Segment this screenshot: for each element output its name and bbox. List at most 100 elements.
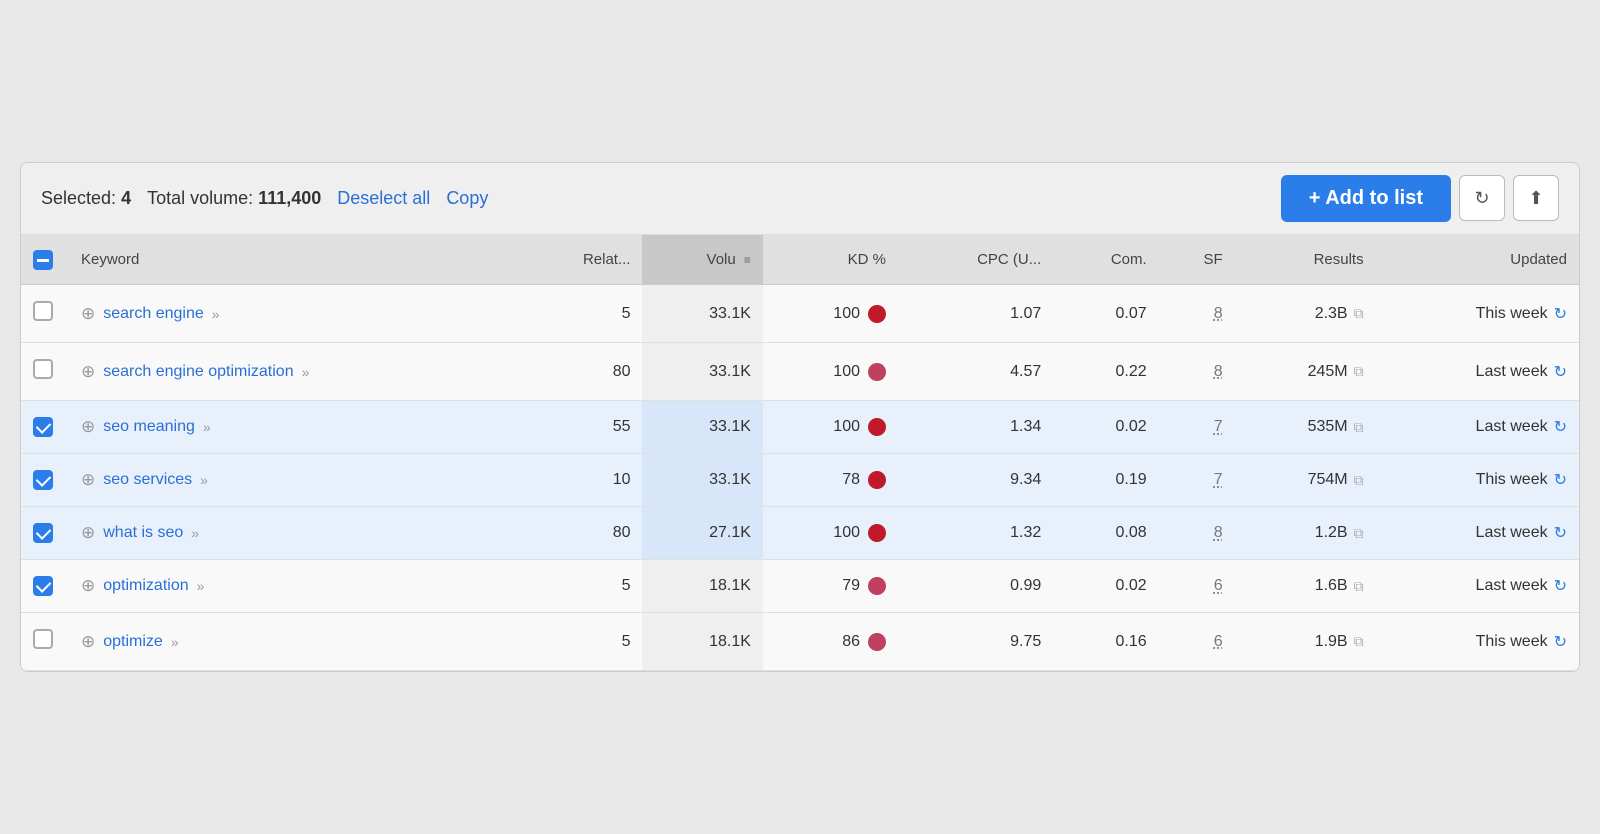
row-checkbox[interactable] bbox=[33, 523, 53, 543]
row-keyword-cell: ⊕ search engine optimization » bbox=[65, 343, 517, 401]
results-copy-icon[interactable]: ⧉ bbox=[1354, 419, 1364, 436]
row-kd: 79 bbox=[763, 560, 898, 613]
row-relatedness: 10 bbox=[517, 454, 643, 507]
results-copy-icon[interactable]: ⧉ bbox=[1354, 363, 1364, 380]
keyword-arrows-icon: » bbox=[200, 472, 208, 488]
row-sf: 8 bbox=[1159, 507, 1235, 560]
row-sf: 8 bbox=[1159, 343, 1235, 401]
main-container: Selected: 4 Total volume: 111,400 Desele… bbox=[20, 162, 1580, 673]
keyword-link[interactable]: optimize bbox=[103, 633, 163, 651]
add-keyword-icon[interactable]: ⊕ bbox=[81, 362, 95, 382]
toolbar-right: + Add to list ↻ ⬆ bbox=[1281, 175, 1559, 222]
header-volume[interactable]: Volu ≡ bbox=[642, 235, 762, 285]
row-com: 0.02 bbox=[1053, 401, 1158, 454]
row-checkbox-cell[interactable] bbox=[21, 454, 65, 507]
header-relatedness: Relat... bbox=[517, 235, 643, 285]
row-updated: This week ↻ bbox=[1376, 454, 1579, 507]
row-checkbox[interactable] bbox=[33, 417, 53, 437]
keyword-link[interactable]: search engine bbox=[103, 305, 204, 323]
export-button[interactable]: ⬆ bbox=[1513, 175, 1559, 221]
row-updated: This week ↻ bbox=[1376, 613, 1579, 671]
table-row: ⊕ optimize » 5 18.1K 86 9.75 0.16 6 1.9B… bbox=[21, 613, 1579, 671]
row-kd: 100 bbox=[763, 507, 898, 560]
row-volume: 33.1K bbox=[642, 454, 762, 507]
row-checkbox[interactable] bbox=[33, 629, 53, 649]
row-checkbox[interactable] bbox=[33, 359, 53, 379]
row-checkbox-cell[interactable] bbox=[21, 507, 65, 560]
keywords-table: Keyword Relat... Volu ≡ KD % CPC (U... C… bbox=[21, 235, 1579, 672]
row-checkbox-cell[interactable] bbox=[21, 401, 65, 454]
row-com: 0.22 bbox=[1053, 343, 1158, 401]
row-kd: 100 bbox=[763, 401, 898, 454]
row-checkbox[interactable] bbox=[33, 576, 53, 596]
row-relatedness: 5 bbox=[517, 560, 643, 613]
add-keyword-icon[interactable]: ⊕ bbox=[81, 304, 95, 324]
results-copy-icon[interactable]: ⧉ bbox=[1354, 578, 1364, 595]
selected-stat: Selected: 4 bbox=[41, 188, 131, 209]
row-refresh-icon[interactable]: ↻ bbox=[1554, 362, 1567, 382]
row-cpc: 1.34 bbox=[898, 401, 1053, 454]
results-copy-icon[interactable]: ⧉ bbox=[1354, 472, 1364, 489]
refresh-button[interactable]: ↻ bbox=[1459, 175, 1505, 221]
header-sf: SF bbox=[1159, 235, 1235, 285]
add-keyword-icon[interactable]: ⊕ bbox=[81, 632, 95, 652]
row-results: 245M ⧉ bbox=[1235, 343, 1376, 401]
row-sf: 7 bbox=[1159, 454, 1235, 507]
add-keyword-icon[interactable]: ⊕ bbox=[81, 523, 95, 543]
row-refresh-icon[interactable]: ↻ bbox=[1554, 632, 1567, 652]
kd-dot bbox=[868, 471, 886, 489]
deselect-all-link[interactable]: Deselect all bbox=[337, 188, 430, 209]
row-checkbox-cell[interactable] bbox=[21, 285, 65, 343]
add-keyword-icon[interactable]: ⊕ bbox=[81, 417, 95, 437]
row-cpc: 4.57 bbox=[898, 343, 1053, 401]
keyword-link[interactable]: optimization bbox=[103, 577, 188, 595]
row-refresh-icon[interactable]: ↻ bbox=[1554, 470, 1567, 490]
row-checkbox[interactable] bbox=[33, 470, 53, 490]
row-results: 535M ⧉ bbox=[1235, 401, 1376, 454]
keyword-link[interactable]: what is seo bbox=[103, 524, 183, 542]
row-com: 0.07 bbox=[1053, 285, 1158, 343]
row-results: 1.2B ⧉ bbox=[1235, 507, 1376, 560]
kd-dot bbox=[868, 363, 886, 381]
row-kd: 100 bbox=[763, 343, 898, 401]
table-body: ⊕ search engine » 5 33.1K 100 1.07 0.07 … bbox=[21, 285, 1579, 671]
kd-dot bbox=[868, 305, 886, 323]
results-copy-icon[interactable]: ⧉ bbox=[1354, 525, 1364, 542]
row-com: 0.16 bbox=[1053, 613, 1158, 671]
row-refresh-icon[interactable]: ↻ bbox=[1554, 576, 1567, 596]
row-updated: Last week ↻ bbox=[1376, 560, 1579, 613]
volume-sort-icon: ≡ bbox=[744, 253, 751, 267]
table-row: ⊕ what is seo » 80 27.1K 100 1.32 0.08 8… bbox=[21, 507, 1579, 560]
add-keyword-icon[interactable]: ⊕ bbox=[81, 576, 95, 596]
results-copy-icon[interactable]: ⧉ bbox=[1354, 633, 1364, 650]
row-refresh-icon[interactable]: ↻ bbox=[1554, 417, 1567, 437]
results-copy-icon[interactable]: ⧉ bbox=[1354, 305, 1364, 322]
add-keyword-icon[interactable]: ⊕ bbox=[81, 470, 95, 490]
row-refresh-icon[interactable]: ↻ bbox=[1554, 523, 1567, 543]
keyword-link[interactable]: seo meaning bbox=[103, 418, 195, 436]
row-checkbox-cell[interactable] bbox=[21, 613, 65, 671]
row-volume: 27.1K bbox=[642, 507, 762, 560]
row-keyword-cell: ⊕ seo meaning » bbox=[65, 401, 517, 454]
row-volume: 33.1K bbox=[642, 285, 762, 343]
row-checkbox[interactable] bbox=[33, 301, 53, 321]
refresh-icon: ↻ bbox=[1474, 188, 1489, 209]
row-refresh-icon[interactable]: ↻ bbox=[1554, 304, 1567, 324]
row-keyword-cell: ⊕ optimize » bbox=[65, 613, 517, 671]
row-checkbox-cell[interactable] bbox=[21, 560, 65, 613]
row-sf: 7 bbox=[1159, 401, 1235, 454]
keyword-link[interactable]: search engine optimization bbox=[103, 363, 293, 381]
row-checkbox-cell[interactable] bbox=[21, 343, 65, 401]
row-relatedness: 80 bbox=[517, 507, 643, 560]
header-results: Results bbox=[1235, 235, 1376, 285]
add-to-list-button[interactable]: + Add to list bbox=[1281, 175, 1451, 222]
row-cpc: 9.75 bbox=[898, 613, 1053, 671]
header-checkbox-cell[interactable] bbox=[21, 235, 65, 285]
total-volume-stat: Total volume: 111,400 bbox=[147, 188, 321, 209]
keyword-arrows-icon: » bbox=[197, 578, 205, 594]
select-all-checkbox[interactable] bbox=[33, 250, 53, 270]
row-relatedness: 55 bbox=[517, 401, 643, 454]
copy-link[interactable]: Copy bbox=[446, 188, 488, 209]
row-updated: Last week ↻ bbox=[1376, 401, 1579, 454]
keyword-link[interactable]: seo services bbox=[103, 471, 192, 489]
